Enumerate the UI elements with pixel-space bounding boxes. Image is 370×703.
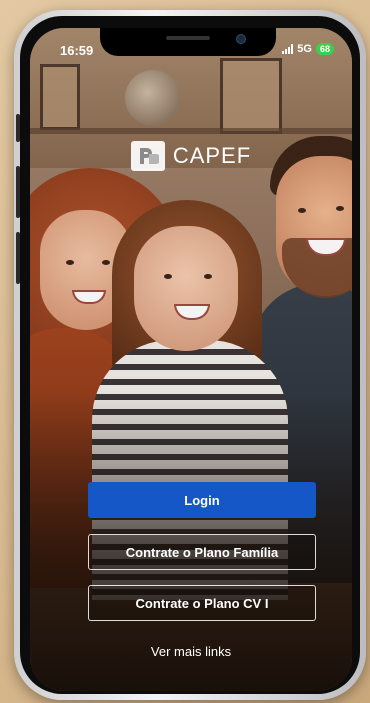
capef-logo-icon <box>130 141 165 171</box>
status-right: 5G 68 <box>282 43 334 55</box>
plano-cv-button[interactable]: Contrate o Plano CV I <box>88 585 316 621</box>
volume-down-button <box>16 232 20 284</box>
network-type: 5G <box>297 43 312 55</box>
brand-name: CAPEF <box>172 143 252 168</box>
more-links-link[interactable]: Ver mais links <box>30 644 352 659</box>
front-camera <box>236 34 246 44</box>
signal-icon <box>282 44 294 54</box>
speaker-grille <box>166 36 210 40</box>
plano-familia-button[interactable]: Contrate o Plano Família <box>88 534 316 570</box>
volume-up-button <box>16 166 20 218</box>
battery-icon: 68 <box>315 43 334 55</box>
mute-switch <box>16 114 20 142</box>
brand-logo: CAPEF <box>30 141 352 171</box>
login-button[interactable]: Login <box>88 482 316 518</box>
status-time: 16:59 <box>60 43 94 58</box>
device-notch <box>100 28 276 56</box>
app-screen: 16:59 5G 68 CAPEF Login Contrate o Plano… <box>30 28 352 691</box>
